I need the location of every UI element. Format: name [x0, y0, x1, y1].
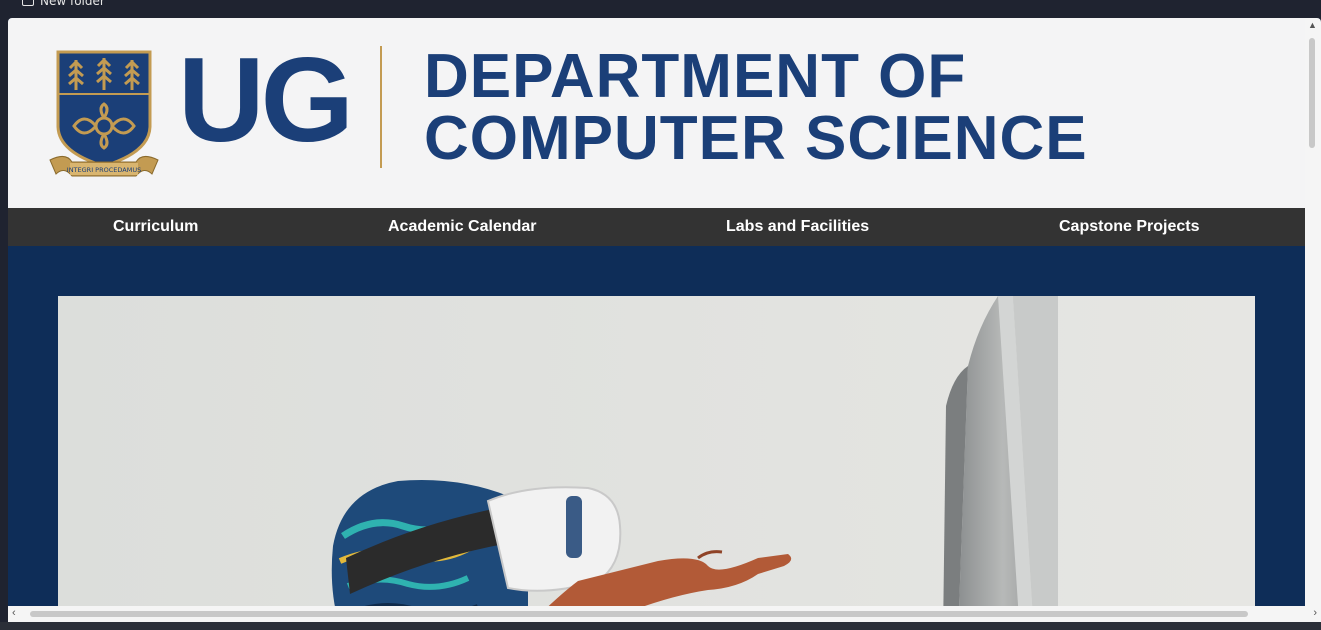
- browser-bookmark-bar: New folder: [0, 0, 1321, 16]
- nav-item-academic-calendar[interactable]: Academic Calendar: [388, 208, 537, 246]
- vertical-scrollbar[interactable]: ▲ ▼: [1305, 18, 1321, 622]
- site-header: INTEGRI PROCEDAMUS UG DEPARTMENT OF COMP…: [8, 18, 1305, 208]
- department-title-line1: DEPARTMENT OF: [424, 42, 967, 111]
- department-title: DEPARTMENT OF COMPUTER SCIENCE: [424, 46, 1088, 170]
- department-title-line2: COMPUTER SCIENCE: [424, 104, 1088, 173]
- taskbar-edge: [0, 622, 1321, 630]
- hero-image: [58, 296, 1255, 622]
- horizontal-scroll-thumb[interactable]: [30, 611, 1248, 617]
- crest-motto: INTEGRI PROCEDAMUS: [67, 166, 141, 174]
- main-nav: Curriculum Academic Calendar Labs and Fa…: [8, 208, 1305, 246]
- header-divider: [380, 46, 382, 168]
- ug-logo-text[interactable]: UG: [178, 40, 354, 160]
- scroll-left-icon[interactable]: ‹: [12, 607, 16, 619]
- scroll-up-icon[interactable]: ▲: [1308, 20, 1317, 30]
- nav-item-curriculum[interactable]: Curriculum: [113, 208, 198, 246]
- horizontal-scrollbar[interactable]: ‹ ›: [8, 606, 1321, 622]
- vertical-scroll-thumb[interactable]: [1309, 38, 1315, 148]
- bookmark-new-folder[interactable]: New folder: [22, 0, 105, 8]
- browser-viewport: INTEGRI PROCEDAMUS UG DEPARTMENT OF COMP…: [8, 18, 1321, 622]
- folder-icon: [22, 0, 34, 6]
- nav-item-capstone-projects[interactable]: Capstone Projects: [1059, 208, 1199, 246]
- hero-illustration: [58, 296, 1255, 622]
- nav-item-labs-and-facilities[interactable]: Labs and Facilities: [726, 208, 869, 246]
- scroll-right-icon[interactable]: ›: [1313, 607, 1317, 619]
- bookmark-label: New folder: [40, 0, 105, 8]
- ug-crest-logo[interactable]: INTEGRI PROCEDAMUS: [48, 48, 160, 183]
